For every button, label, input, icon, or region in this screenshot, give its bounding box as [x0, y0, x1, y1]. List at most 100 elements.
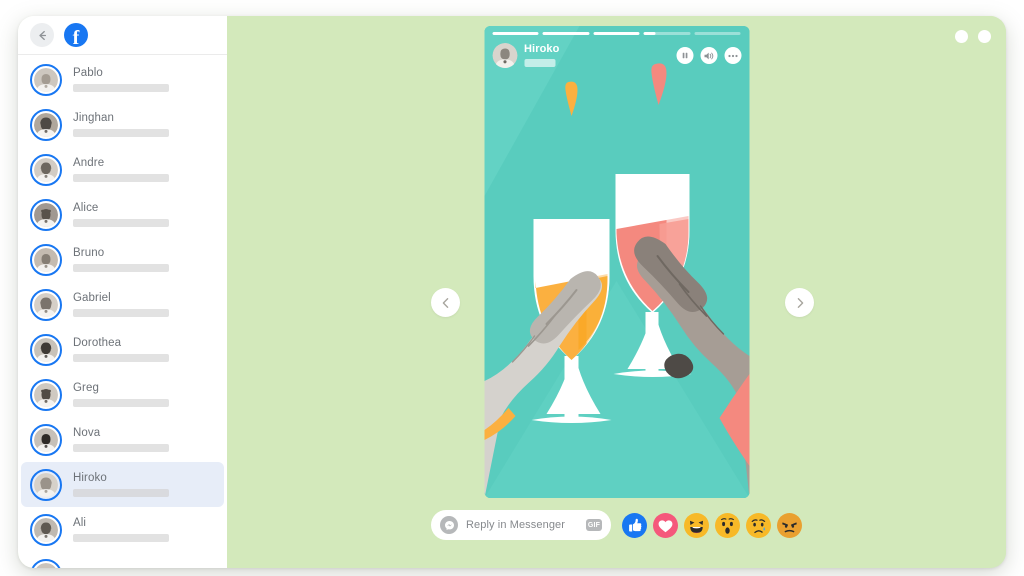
avatar: [30, 513, 62, 546]
progress-segment-4[interactable]: [643, 32, 691, 35]
contact-text: Nova: [73, 427, 169, 452]
contact-status-placeholder: [73, 174, 169, 182]
story-name-block: Hiroko: [524, 44, 669, 67]
gif-button[interactable]: GIF: [586, 519, 602, 531]
avatar-image: [34, 427, 58, 452]
contact-row-dorothea[interactable]: Dorothea: [21, 327, 224, 372]
avatar: [30, 378, 62, 411]
progress-segment-3[interactable]: [593, 32, 640, 35]
reaction-angry[interactable]: [777, 512, 802, 538]
reaction-love[interactable]: [653, 512, 678, 538]
window-dot-close[interactable]: [978, 30, 991, 43]
avatar: [30, 423, 62, 456]
avatar-image: [34, 67, 58, 92]
contact-name: Ali: [73, 517, 87, 529]
story-header: Hiroko: [484, 26, 749, 68]
contact-row-greg[interactable]: Greg: [21, 372, 224, 417]
more-options-icon[interactable]: [724, 47, 741, 64]
back-arrow-icon[interactable]: [30, 23, 54, 47]
contact-status-placeholder: [73, 264, 169, 272]
contact-status-placeholder: [73, 309, 169, 317]
volume-icon[interactable]: [700, 47, 717, 64]
contact-row-jinghan[interactable]: Jinghan: [21, 102, 224, 147]
contact-name: Jinghan: [73, 112, 114, 124]
progress-segment-1[interactable]: [492, 32, 539, 35]
contact-list[interactable]: Pablo Jinghan Andre Alice Bruno Gabriel …: [18, 55, 227, 568]
contact-status-placeholder: [73, 444, 169, 452]
contact-row-bruno[interactable]: Bruno: [21, 237, 224, 282]
reaction-like[interactable]: [622, 512, 647, 538]
contact-name: Nova: [73, 427, 101, 439]
pause-icon[interactable]: [676, 47, 693, 64]
contact-row-andre[interactable]: Andre: [21, 147, 224, 192]
window-controls: [955, 30, 991, 43]
avatar: [30, 558, 62, 568]
contact-name: Gabriel: [73, 292, 111, 304]
progress-fill: [593, 32, 640, 35]
contact-text: Alice: [73, 202, 169, 227]
contact-text: Ali: [73, 517, 169, 542]
progress-fill: [643, 32, 656, 35]
story-stage: Hiroko Reply in Messenger GIF: [227, 16, 1006, 568]
avatar-image: [34, 112, 58, 137]
avatar-image: [34, 517, 58, 542]
avatar: [30, 288, 62, 321]
sidebar-header: f: [18, 16, 227, 55]
avatar: [30, 243, 62, 276]
reply-input[interactable]: Reply in Messenger GIF: [431, 510, 611, 540]
contact-row-gabriel[interactable]: Gabriel: [21, 282, 224, 327]
avatar: [30, 333, 62, 366]
window-dot-minimize[interactable]: [955, 30, 968, 43]
contact-text: Andre: [73, 157, 169, 182]
story-controls: [676, 47, 741, 64]
avatar: [30, 468, 62, 501]
reaction-wow[interactable]: [715, 512, 740, 538]
contact-name: Hiroko: [73, 472, 107, 484]
progress-segment-5[interactable]: [694, 32, 741, 35]
contact-text: Jinghan: [73, 112, 169, 137]
story-meta: Hiroko: [492, 43, 741, 68]
messenger-icon: [440, 516, 458, 534]
story-progress-bars[interactable]: [492, 32, 741, 35]
facebook-logo-icon[interactable]: f: [64, 23, 88, 47]
contact-status-placeholder: [73, 354, 169, 362]
reaction-bar[interactable]: [622, 512, 802, 538]
avatar-image: [34, 382, 58, 407]
contact-row-alice[interactable]: Alice: [21, 192, 224, 237]
contact-status-placeholder: [73, 489, 169, 497]
story-illustration: [484, 26, 749, 498]
app-window: f Pablo Jinghan Andre Alice Bruno Gabrie…: [18, 16, 1006, 568]
facebook-logo-letter: f: [72, 27, 80, 47]
contact-text: Greg: [73, 382, 169, 407]
chevron-left-icon[interactable]: [431, 288, 460, 317]
story-username: Hiroko: [524, 43, 560, 55]
contact-text: Pablo: [73, 67, 169, 92]
contact-name: Bruno: [73, 247, 105, 259]
contact-status-placeholder: [73, 399, 169, 407]
contact-row-hiroko[interactable]: Hiroko: [21, 462, 224, 507]
contact-text: Bruno: [73, 247, 169, 272]
story-avatar[interactable]: [492, 43, 517, 68]
contact-status-placeholder: [73, 129, 169, 137]
reaction-sad[interactable]: [746, 512, 771, 538]
contact-text: Hiroko: [73, 472, 169, 497]
contact-row-pablo[interactable]: Pablo: [21, 57, 224, 102]
progress-segment-2[interactable]: [542, 32, 590, 35]
contact-row-partial[interactable]: [21, 552, 224, 568]
contact-row-nova[interactable]: Nova: [21, 417, 224, 462]
story-card[interactable]: Hiroko: [484, 26, 749, 498]
sidebar: f Pablo Jinghan Andre Alice Bruno Gabrie…: [18, 16, 227, 568]
reaction-haha[interactable]: [684, 512, 709, 538]
contact-status-placeholder: [73, 219, 169, 227]
avatar-image: [34, 157, 58, 182]
contact-row-ali[interactable]: Ali: [21, 507, 224, 552]
chevron-right-icon[interactable]: [785, 288, 814, 317]
avatar-image: [34, 247, 58, 272]
story-timestamp-placeholder: [524, 59, 555, 67]
contact-name: Alice: [73, 202, 99, 214]
avatar-image: [34, 562, 58, 568]
avatar-image: [34, 202, 58, 227]
avatar: [30, 198, 62, 231]
reply-bar: Reply in Messenger GIF: [227, 510, 1006, 540]
contact-text: Gabriel: [73, 292, 169, 317]
